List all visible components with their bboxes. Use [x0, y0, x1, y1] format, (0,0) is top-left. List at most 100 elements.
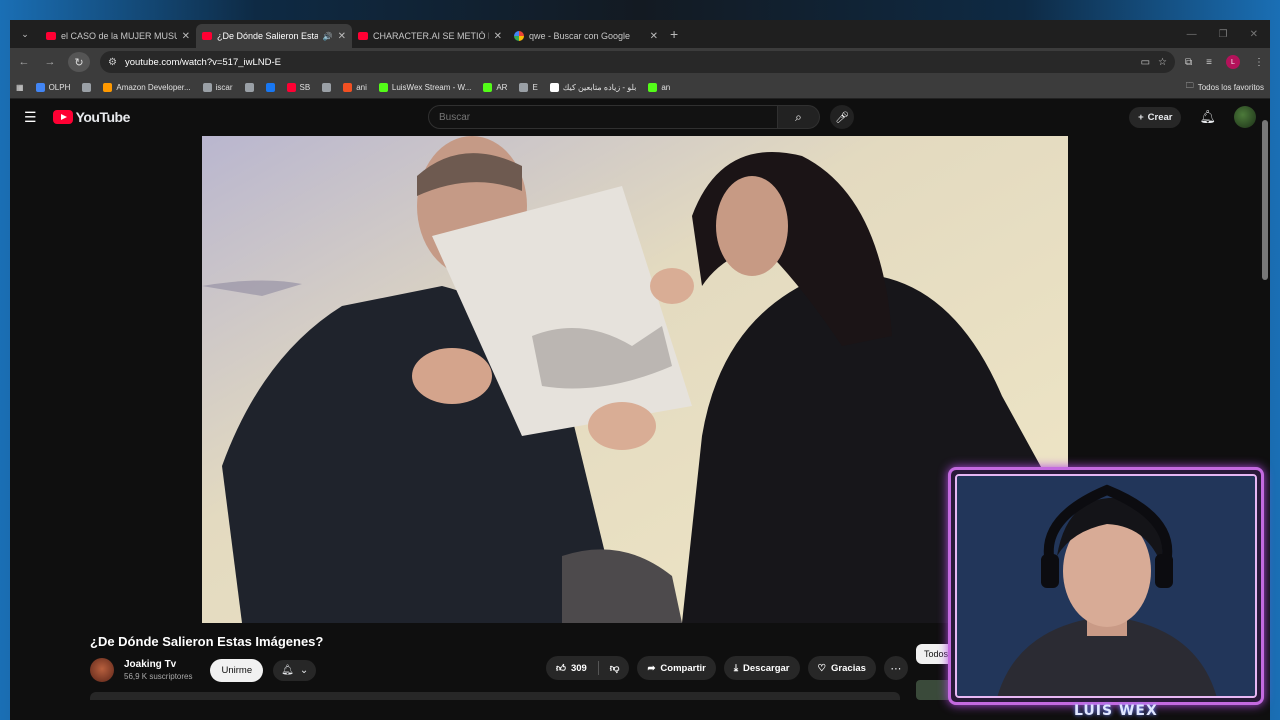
webcam-overlay: [948, 467, 1264, 705]
page-scrollbar[interactable]: [1262, 120, 1268, 280]
reload-icon[interactable]: ↻: [68, 52, 90, 72]
bookmark-star-icon[interactable]: ☆: [1158, 57, 1167, 68]
bookmark-item[interactable]: [322, 82, 332, 92]
bookmark-list: OLPH Amazon Developer... iscar SB ani LuisWex…: [35, 82, 670, 92]
channel-row: Joaking Tv 56,9 K suscriptores Unirme 🔔︎…: [90, 658, 317, 682]
extensions-puzzle-icon[interactable]: ⧉: [1185, 57, 1192, 68]
search-input[interactable]: [428, 105, 778, 129]
google-icon: [514, 31, 524, 41]
tab-1-active[interactable]: ¿De Dónde Salieron Estas Imágenes? 🔊 ✕: [196, 24, 352, 48]
browser-menu-icon[interactable]: ⋮: [1254, 57, 1264, 68]
video-player[interactable]: [202, 136, 1068, 623]
video-frame: [202, 136, 1068, 623]
close-tab-icon[interactable]: ✕: [650, 31, 658, 42]
description-box[interactable]: [90, 692, 900, 700]
bookmark-item[interactable]: [244, 82, 254, 92]
youtube-logo[interactable]: YouTube: [52, 109, 131, 125]
apps-grid-icon[interactable]: ▦: [16, 83, 24, 92]
join-button[interactable]: Unirme: [210, 658, 264, 682]
bookmark-item[interactable]: [265, 82, 275, 92]
minimize-icon[interactable]: —: [1187, 29, 1197, 40]
channel-avatar[interactable]: [90, 658, 114, 682]
browser-toolbar: ← → ↻ ⚙ youtube.com/watch?v=517_iwLND-E …: [10, 48, 1270, 76]
bookmark-item[interactable]: ani: [343, 82, 367, 92]
tab-0[interactable]: el CASO de la MUJER MUSULMANA ✕: [40, 24, 196, 48]
video-title: ¿De Dónde Salieron Estas Imágenes?: [90, 634, 324, 649]
thanks-button[interactable]: ♡ Gracias: [807, 656, 876, 680]
cast-icon[interactable]: ▭: [1141, 57, 1150, 68]
close-tab-icon[interactable]: ✕: [338, 31, 346, 42]
microphone-icon[interactable]: 🎤︎: [830, 105, 854, 129]
bookmark-label: LuisWex Stream - W...: [391, 82, 472, 92]
tab-3[interactable]: qwe - Buscar con Google ✕: [508, 24, 664, 48]
thumbs-down-icon[interactable]: 👎︎: [610, 662, 620, 674]
bookmark-item[interactable]: SB: [286, 82, 310, 92]
folder-icon: 🗀: [1185, 81, 1194, 90]
bell-icon: 🔔︎: [281, 664, 294, 676]
site-info-icon[interactable]: ⚙: [108, 57, 117, 68]
restore-icon[interactable]: ❐: [1219, 29, 1228, 40]
streamer-figure: [957, 476, 1255, 696]
window-controls: — ❐ ✕: [1187, 29, 1270, 40]
logo-text: YouTube: [75, 109, 131, 125]
share-button[interactable]: ➦ Compartir: [637, 656, 716, 680]
bookmark-label: iscar: [215, 82, 233, 92]
bookmarks-bar: ▦ OLPH Amazon Developer... iscar SB ani LuisW…: [10, 76, 1270, 99]
bookmark-favicon-icon: [265, 82, 275, 92]
search-icon[interactable]: ⌕: [778, 105, 820, 129]
hamburger-menu-icon[interactable]: ☰: [24, 109, 37, 126]
new-tab-plus-icon[interactable]: +: [670, 26, 678, 42]
close-tab-icon[interactable]: ✕: [494, 31, 502, 42]
tab-title: qwe - Buscar con Google: [529, 31, 631, 41]
bookmark-favicon-icon: [483, 82, 493, 92]
bookmark-item[interactable]: Amazon Developer...: [103, 82, 191, 92]
download-button[interactable]: ⤓ Descargar: [723, 656, 800, 680]
bookmark-item[interactable]: [82, 82, 92, 92]
like-dislike-group: 👍︎ 309 👎︎: [546, 656, 630, 680]
tab-title: CHARACTER.AI SE METIÓ EN SERIO: [373, 31, 489, 41]
bookmark-favicon-icon: [378, 82, 388, 92]
bookmark-item[interactable]: بلو - زياده متابعين كيك: [549, 82, 636, 92]
bookmark-item[interactable]: AR: [483, 82, 508, 92]
like-count: 309: [570, 662, 587, 674]
back-arrow-icon[interactable]: ←: [16, 56, 32, 68]
tab-2[interactable]: CHARACTER.AI SE METIÓ EN SERIO ✕: [352, 24, 508, 48]
profile-avatar[interactable]: L: [1226, 55, 1240, 69]
bookmark-label: AR: [496, 82, 508, 92]
download-icon: ⤓: [733, 662, 739, 674]
bookmark-favicon-icon: [244, 82, 254, 92]
close-tab-icon[interactable]: ✕: [182, 31, 190, 42]
bookmark-favicon-icon: [202, 82, 212, 92]
bookmark-label: Amazon Developer...: [116, 82, 191, 92]
tab-search-chevron-icon[interactable]: ⌄: [14, 24, 36, 44]
tab-title: ¿De Dónde Salieron Estas Imágenes?: [217, 31, 318, 41]
address-bar[interactable]: ⚙ youtube.com/watch?v=517_iwLND-E ▭ ☆: [100, 51, 1176, 73]
bookmark-label: OLPH: [48, 82, 71, 92]
subscription-bell-button[interactable]: 🔔︎ ⌄: [273, 659, 317, 681]
user-avatar[interactable]: [1234, 106, 1256, 128]
notifications-bell-icon[interactable]: 🔔︎: [1199, 109, 1216, 125]
forward-arrow-icon[interactable]: →: [42, 56, 58, 68]
chevron-down-icon: ⌄: [299, 664, 309, 676]
bookmark-item[interactable]: iscar: [202, 82, 233, 92]
like-button[interactable]: 👍︎ 309: [556, 662, 587, 675]
media-control-icon[interactable]: ≡: [1206, 57, 1212, 68]
webcam-name-label: LUIS WEX: [1074, 703, 1158, 719]
bookmark-favicon-icon: [648, 82, 658, 92]
bookmark-item[interactable]: E: [519, 82, 538, 92]
all-bookmarks-folder[interactable]: 🗀 Todos los favoritos: [1186, 80, 1264, 94]
thumbs-up-icon: 👍︎: [556, 663, 566, 674]
channel-info: Joaking Tv 56,9 K suscriptores: [124, 659, 192, 681]
more-actions-icon[interactable]: ⋯: [883, 656, 908, 680]
create-button[interactable]: + Crear: [1129, 106, 1182, 128]
create-label: Crear: [1147, 111, 1173, 123]
youtube-play-icon: [52, 110, 73, 124]
bookmark-item[interactable]: LuisWex Stream - W...: [378, 82, 472, 92]
bookmark-item[interactable]: OLPH: [35, 82, 71, 92]
youtube-header: ☰ YouTube ⌕ 🎤︎ + Crear 🔔︎: [10, 99, 1270, 135]
close-window-icon[interactable]: ✕: [1250, 29, 1258, 40]
bookmark-item[interactable]: an: [648, 82, 670, 92]
channel-name[interactable]: Joaking Tv: [124, 659, 192, 670]
bookmark-favicon-icon: [35, 82, 45, 92]
audio-playing-icon[interactable]: 🔊: [323, 32, 333, 41]
